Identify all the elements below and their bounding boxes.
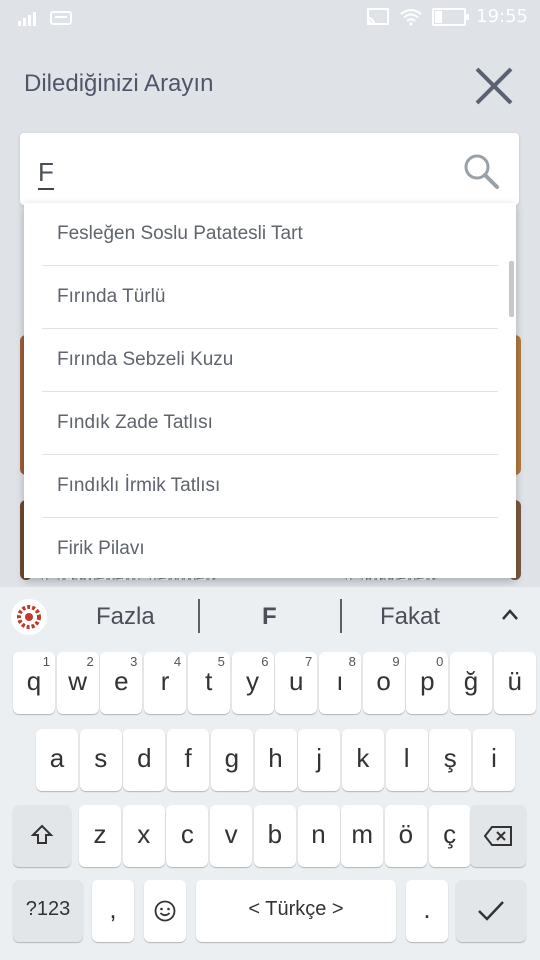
key-f[interactable]: f [167, 729, 210, 791]
dropdown-scrollbar[interactable] [509, 261, 514, 317]
chevron-up-icon[interactable] [500, 605, 520, 625]
key-w[interactable]: w2 [56, 652, 99, 714]
divider [340, 599, 342, 633]
word-suggestion[interactable]: Fazla [96, 603, 155, 631]
key-g[interactable]: g [210, 729, 253, 791]
key-ş[interactable]: ş [429, 729, 472, 791]
word-suggestion[interactable]: F [262, 603, 277, 631]
key-t[interactable]: t5 [187, 652, 230, 714]
key-b[interactable]: b [253, 805, 296, 867]
suggestion-item[interactable]: Firik Pilavı [42, 518, 498, 578]
emoji-key[interactable] [144, 880, 186, 942]
wifi-icon [400, 8, 422, 26]
key-u[interactable]: u7 [275, 652, 318, 714]
key-p[interactable]: p0 [406, 652, 449, 714]
key-q[interactable]: q1 [13, 652, 55, 714]
comma-key[interactable]: , [92, 880, 134, 942]
key-d[interactable]: d [123, 729, 166, 791]
shift-key[interactable] [13, 805, 71, 867]
enter-key[interactable] [456, 880, 526, 942]
key-e[interactable]: e3 [100, 652, 143, 714]
battery-icon [432, 7, 470, 26]
shift-icon [30, 824, 54, 844]
period-key[interactable]: . [406, 880, 448, 942]
key-ı[interactable]: ı8 [318, 652, 361, 714]
key-l[interactable]: l [385, 729, 428, 791]
keyboard-app-logo-icon[interactable] [11, 599, 47, 635]
key-ö[interactable]: ö [384, 805, 427, 867]
status-bar: 19:55 [0, 0, 540, 36]
key-o[interactable]: o9 [362, 652, 405, 714]
key-ğ[interactable]: ğ [450, 652, 492, 714]
suggestion-item[interactable]: Fındıklı İrmik Tatlısı [42, 455, 498, 518]
search-box[interactable]: F [20, 133, 519, 205]
key-j[interactable]: j [298, 729, 341, 791]
word-suggestion[interactable]: Fakat [380, 603, 440, 631]
page-title: Dilediğinizi Arayın [24, 70, 214, 97]
checkmark-icon [478, 901, 504, 921]
key-m[interactable]: m [341, 805, 384, 867]
close-icon[interactable] [472, 64, 516, 108]
keyboard: Fazla F Fakat q1w2e3r4t5y6u7ı8o9p0ğü asd… [0, 587, 540, 960]
symbols-key[interactable]: ?123 [13, 880, 83, 942]
search-input[interactable]: F [38, 157, 54, 188]
key-h[interactable]: h [254, 729, 297, 791]
keyboard-status-icon [50, 11, 72, 25]
divider [198, 599, 200, 633]
space-key[interactable]: < Türkçe > [196, 880, 396, 942]
cast-icon [367, 7, 390, 25]
key-v[interactable]: v [210, 805, 253, 867]
backspace-icon [483, 826, 512, 846]
key-i[interactable]: i [473, 729, 515, 791]
emoji-icon [154, 900, 176, 922]
key-n[interactable]: n [297, 805, 340, 867]
key-s[interactable]: s [79, 729, 122, 791]
key-ü[interactable]: ü [493, 652, 536, 714]
suggestion-item[interactable]: Fesleğen Soslu Patatesli Tart [42, 203, 498, 266]
suggestion-strip: Fazla F Fakat [0, 587, 540, 645]
key-z[interactable]: z [79, 805, 121, 867]
composing-underline [38, 188, 54, 190]
key-k[interactable]: k [341, 729, 384, 791]
signal-icon [18, 12, 36, 26]
key-ç[interactable]: ç [428, 805, 471, 867]
suggestion-item[interactable]: Fırında Sebzeli Kuzu [42, 329, 498, 392]
status-time: 19:55 [476, 6, 528, 27]
key-y[interactable]: y6 [231, 652, 274, 714]
key-r[interactable]: r4 [144, 652, 187, 714]
suggestion-item[interactable]: Fırında Türlü [42, 266, 498, 329]
backspace-key[interactable] [470, 805, 526, 867]
suggestion-item[interactable]: Fındık Zade Tatlısı [42, 392, 498, 455]
key-x[interactable]: x [122, 805, 165, 867]
key-c[interactable]: c [166, 805, 209, 867]
search-icon[interactable] [461, 151, 501, 191]
key-a[interactable]: a [36, 729, 78, 791]
autocomplete-dropdown: Fesleğen Soslu Patatesli Tart Fırında Tü… [24, 203, 516, 578]
